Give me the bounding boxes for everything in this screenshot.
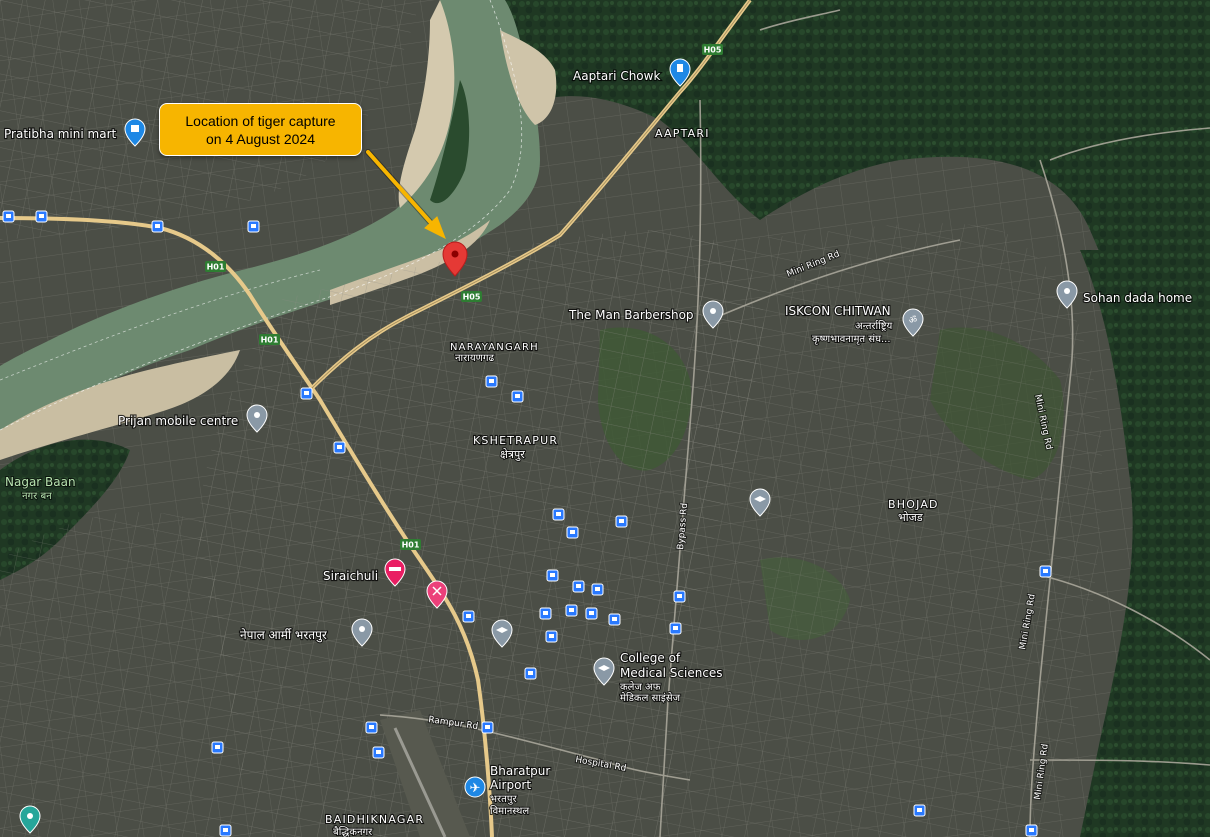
- bus-stop-icon[interactable]: [572, 580, 585, 593]
- capture-callout-box: Location of tiger capture on 4 August 20…: [159, 103, 362, 156]
- bus-stop-icon[interactable]: [565, 604, 578, 617]
- bus-stop-icon[interactable]: [481, 721, 494, 734]
- area-label-kshetrapur: KSHETRAPUR: [473, 434, 558, 447]
- svg-text:H05: H05: [463, 293, 481, 302]
- bus-stop-icon[interactable]: [2, 210, 15, 223]
- poi-label-iskcon-np1: अन्तर्राष्ट्रिय: [855, 320, 893, 332]
- bus-stop-icon[interactable]: [566, 526, 579, 539]
- bus-stop-icon[interactable]: [372, 746, 385, 759]
- poi-label-college[interactable]: College of: [619, 650, 682, 666]
- poi-label-iskcon-np2: कृष्णभावनामृत संघ...: [812, 333, 891, 345]
- poi-label-airport-np1: भरतपुर: [490, 794, 518, 805]
- svg-text:H01: H01: [261, 336, 279, 345]
- bus-stop-icon[interactable]: [552, 508, 565, 521]
- bus-stop-icon[interactable]: [365, 721, 378, 734]
- bus-stop-icon[interactable]: [462, 610, 475, 623]
- callout-line-1: Location of tiger capture: [185, 112, 336, 129]
- poi-label-siraichuli[interactable]: Siraichuli: [322, 568, 379, 584]
- bus-stop-icon[interactable]: [585, 607, 598, 620]
- bus-stop-icon[interactable]: [247, 220, 260, 233]
- svg-text:ॐ: ॐ: [909, 315, 917, 326]
- airport-plane-icon[interactable]: ✈: [464, 776, 486, 798]
- area-label-bhojad: BHOJAD: [888, 498, 939, 511]
- bus-stop-icon[interactable]: [608, 613, 621, 626]
- svg-text:✈: ✈: [470, 781, 481, 796]
- highway-shield-h01-a: H01: [205, 261, 226, 272]
- area-label-baidhiknagar-np: बैद्धिकनगर: [333, 826, 373, 837]
- poi-label-college-np2: मेडिकल साइंसेज: [620, 692, 681, 704]
- bus-stop-icon[interactable]: [539, 607, 552, 620]
- svg-text:H01: H01: [207, 263, 225, 272]
- highway-shield-h01-c: H01: [400, 539, 421, 550]
- poi-label-pratibha[interactable]: Pratibha mini mart: [3, 126, 118, 142]
- highway-shield-h05-b: H05: [461, 291, 482, 302]
- poi-label-airport-np2: विमानस्थल: [490, 805, 529, 817]
- bus-stop-icon[interactable]: [615, 515, 628, 528]
- bus-stop-icon[interactable]: [546, 569, 559, 582]
- bus-stop-icon[interactable]: [485, 375, 498, 388]
- area-label-narayangarh-np: नारायणगढ: [455, 353, 494, 364]
- poi-label-college-np1: कलेज अफ: [620, 681, 661, 693]
- bus-stop-icon[interactable]: [151, 220, 164, 233]
- bus-stop-icon[interactable]: [591, 583, 604, 596]
- poi-label-airport-2[interactable]: Airport: [489, 777, 533, 793]
- poi-label-iskcon[interactable]: ISKCON CHITWAN: [784, 303, 892, 319]
- area-label-narayangarh: NARAYANGARH: [450, 342, 539, 353]
- area-label-bhojad-np: भोजड: [898, 511, 923, 524]
- bus-stop-icon[interactable]: [333, 441, 346, 454]
- park-label-nagar-baan-np: नगर बन: [22, 491, 52, 502]
- poi-label-barbershop[interactable]: The Man Barbershop: [567, 307, 695, 323]
- poi-label-aaptari-chowk[interactable]: Aaptari Chowk: [572, 68, 662, 84]
- svg-text:H01: H01: [402, 541, 420, 550]
- bus-stop-icon[interactable]: [669, 622, 682, 635]
- bus-stop-icon[interactable]: [300, 387, 313, 400]
- area-label-aaptari: AAPTARI: [655, 127, 710, 140]
- bus-stop-icon[interactable]: [545, 630, 558, 643]
- area-label-kshetrapur-np: क्षेत्रपुर: [500, 448, 525, 461]
- callout-line-2: on 4 August 2024: [206, 130, 315, 147]
- poi-label-prijan[interactable]: Prijan mobile centre: [117, 413, 239, 429]
- bus-stop-icon[interactable]: [511, 390, 524, 403]
- poi-label-sohan[interactable]: Sohan dada home: [1082, 290, 1193, 306]
- highway-shield-h01-b: H01: [259, 334, 280, 345]
- poi-label-army[interactable]: नेपाल आर्मी भरतपुर: [239, 627, 329, 644]
- bus-stop-icon[interactable]: [1039, 565, 1052, 578]
- svg-text:H05: H05: [704, 46, 722, 55]
- highway-shield-h05-a: H05: [702, 44, 723, 55]
- bus-stop-icon[interactable]: [1025, 824, 1038, 837]
- bus-stop-icon[interactable]: [913, 804, 926, 817]
- bus-stop-icon[interactable]: [524, 667, 537, 680]
- area-label-baidhiknagar: BAIDHIKNAGAR: [325, 813, 424, 826]
- poi-label-college-2[interactable]: Medical Sciences: [619, 665, 724, 681]
- bus-stop-icon[interactable]: [219, 824, 232, 837]
- park-label-nagar-baan[interactable]: Nagar Baan: [4, 474, 77, 490]
- bus-stop-icon[interactable]: [211, 741, 224, 754]
- bus-stop-icon[interactable]: [673, 590, 686, 603]
- bus-stop-icon[interactable]: [35, 210, 48, 223]
- poi-label-airport[interactable]: Bharatpur: [489, 763, 552, 779]
